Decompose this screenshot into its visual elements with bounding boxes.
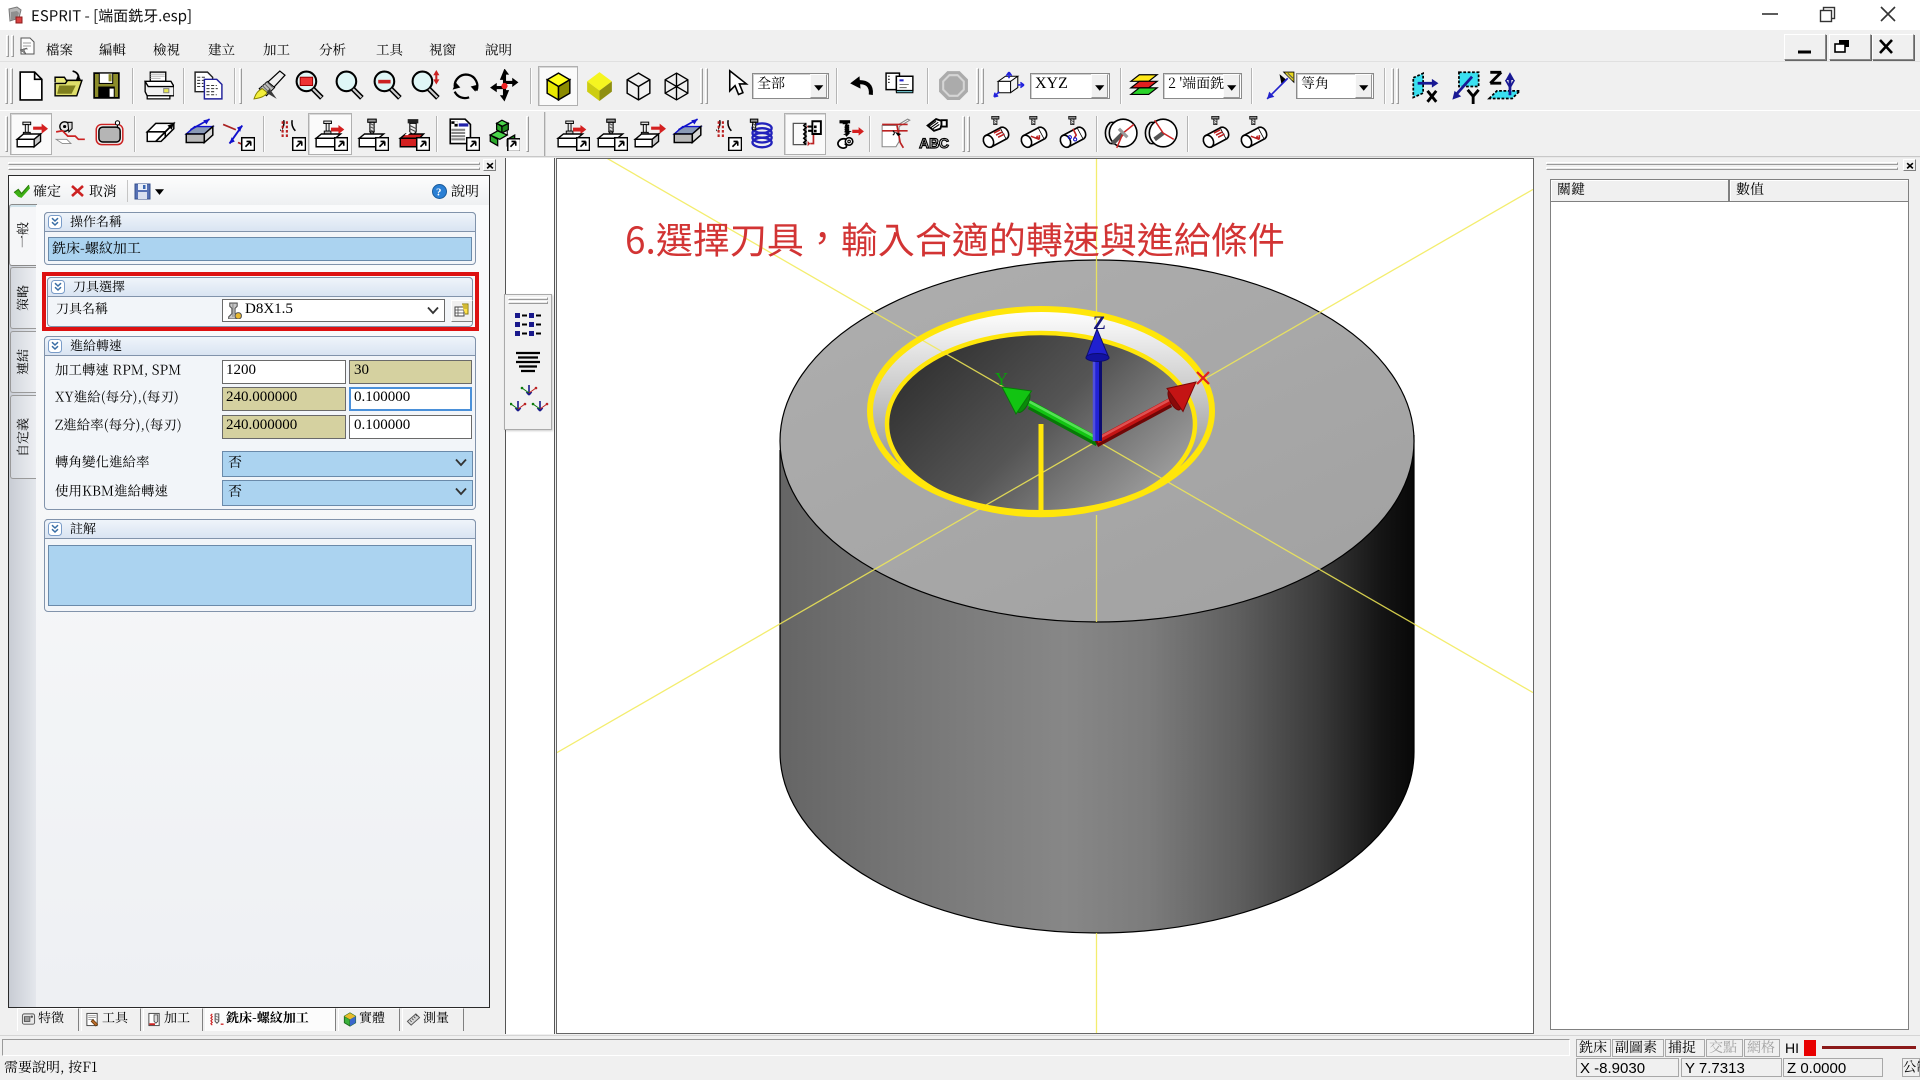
svg-text:Y: Y	[995, 369, 1008, 389]
svg-text:Z: Z	[1093, 313, 1106, 334]
svg-text:?: ?	[436, 187, 442, 199]
svg-text:ABC: ABC	[919, 135, 949, 151]
